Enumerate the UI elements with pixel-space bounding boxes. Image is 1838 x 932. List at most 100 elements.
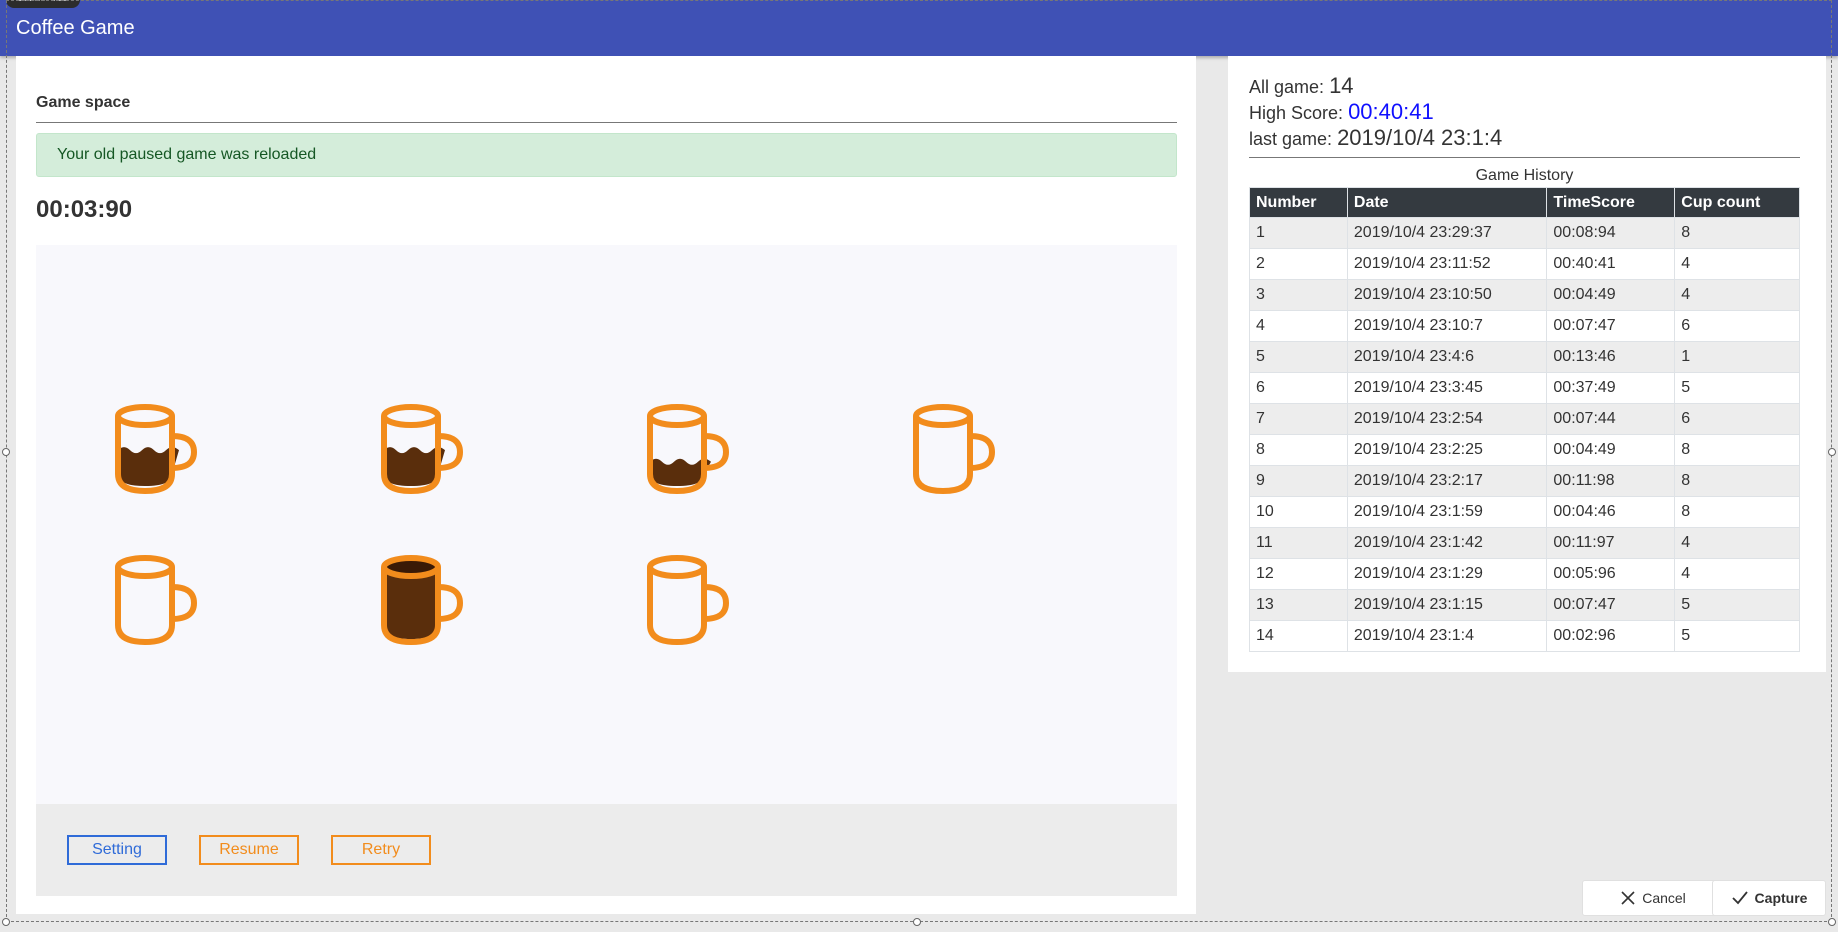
table-cell: 00:11:98 — [1546, 465, 1676, 497]
retry-button[interactable]: Retry — [331, 835, 431, 865]
all-game-stat: All game: 14 — [1249, 73, 1354, 99]
table-cell: 9 — [1249, 465, 1348, 497]
coffee-cup[interactable] — [908, 402, 998, 498]
table-cell: 2019/10/4 23:2:54 — [1346, 403, 1548, 435]
setting-button[interactable]: Setting — [67, 835, 167, 865]
table-cell: 2019/10/4 23:1:4 — [1346, 620, 1548, 652]
table-body: 1 2019/10/4 23:29:37 00:08:94 8 2 2019/10/4 2… — [1249, 217, 1800, 652]
table-cell: 2019/10/4 23:4:6 — [1346, 341, 1548, 373]
resize-handle[interactable] — [2, 918, 10, 926]
table-cell: 00:02:96 — [1546, 620, 1676, 652]
table-row: 4 2019/10/4 23:10:7 00:07:47 6 — [1249, 310, 1800, 342]
divider — [1249, 157, 1800, 158]
resize-handle[interactable] — [913, 918, 921, 926]
table-cell: 5 — [1249, 341, 1348, 373]
table-row: 9 2019/10/4 23:2:17 00:11:98 8 — [1249, 465, 1800, 497]
table-cell: 10 — [1249, 496, 1348, 528]
table-cell: 6 — [1674, 403, 1800, 435]
all-game-value: 14 — [1329, 73, 1354, 98]
table-cell: 00:07:44 — [1546, 403, 1676, 435]
table-cell: 2 — [1249, 248, 1348, 280]
table-cell: 2019/10/4 23:2:25 — [1346, 434, 1548, 466]
table-row: 10 2019/10/4 23:1:59 00:04:46 8 — [1249, 496, 1800, 528]
table-cell: 6 — [1249, 372, 1348, 404]
last-game-label: last game: — [1249, 129, 1333, 149]
mug-graphic — [647, 555, 730, 646]
table-cell: 8 — [1674, 465, 1800, 497]
coffee-cup[interactable] — [376, 402, 466, 498]
coffee-cup[interactable] — [110, 402, 200, 498]
app-title: Coffee Game — [16, 17, 135, 39]
table-cell: 8 — [1674, 217, 1800, 249]
table-cell: 4 — [1674, 279, 1800, 311]
table-cell: 2019/10/4 23:29:37 — [1346, 217, 1548, 249]
close-icon — [1621, 891, 1635, 905]
table-cell: 00:11:97 — [1546, 527, 1676, 559]
mug-graphic — [115, 555, 198, 646]
table-cell: 2019/10/4 23:2:17 — [1346, 465, 1548, 497]
coffee-cup[interactable] — [642, 553, 732, 649]
table-row: 1 2019/10/4 23:29:37 00:08:94 8 — [1249, 217, 1800, 249]
table-cell: 00:07:47 — [1546, 589, 1676, 621]
table-cell: 00:13:46 — [1546, 341, 1676, 373]
column-header: TimeScore — [1546, 187, 1676, 218]
table-cell: 7 — [1249, 403, 1348, 435]
table-cell: 00:04:49 — [1546, 434, 1676, 466]
table-cell: 1 — [1249, 217, 1348, 249]
game-area — [36, 245, 1177, 804]
table-row: 3 2019/10/4 23:10:50 00:04:49 4 — [1249, 279, 1800, 311]
table-cell: 2019/10/4 23:11:52 — [1346, 248, 1548, 280]
table-row: 7 2019/10/4 23:2:54 00:07:44 6 — [1249, 403, 1800, 435]
table-cell: 2019/10/4 23:1:59 — [1346, 496, 1548, 528]
game-history-caption: Game History — [1475, 167, 1574, 184]
table-row: 12 2019/10/4 23:1:29 00:05:96 4 — [1249, 558, 1800, 590]
game-history-table: Number Date TimeScore Cup count 1 2019/10… — [1249, 187, 1800, 652]
mug-graphic — [381, 555, 464, 646]
table-cell: 8 — [1674, 496, 1800, 528]
resize-handle[interactable] — [2, 448, 10, 456]
table-cell: 8 — [1249, 434, 1348, 466]
resize-handle[interactable] — [1828, 918, 1836, 926]
column-header: Date — [1346, 187, 1548, 218]
capture-button[interactable]: Capture — [1712, 880, 1826, 916]
column-header: Number — [1249, 187, 1348, 218]
high-score-stat: High Score: 00:40:41 — [1249, 99, 1434, 125]
table-cell: 2019/10/4 23:1:42 — [1346, 527, 1548, 559]
table-cell: 5 — [1674, 372, 1800, 404]
table-cell: 00:05:96 — [1546, 558, 1676, 590]
coffee-cup[interactable] — [642, 402, 732, 498]
table-cell: 2019/10/4 23:1:15 — [1346, 589, 1548, 621]
divider — [36, 122, 1177, 123]
table-cell: 2019/10/4 23:10:7 — [1346, 310, 1548, 342]
high-score-label: High Score: — [1249, 103, 1344, 123]
mug-graphic — [913, 404, 996, 495]
table-cell: 3 — [1249, 279, 1348, 311]
table-cell: 13 — [1249, 589, 1348, 621]
game-space-title: Game space — [36, 94, 131, 111]
table-row: 6 2019/10/4 23:3:45 00:37:49 5 — [1249, 372, 1800, 404]
cancel-button[interactable]: Cancel — [1582, 880, 1724, 916]
game-button-bar: Setting Resume Retry — [36, 804, 1177, 896]
table-cell: 2019/10/4 23:3:45 — [1346, 372, 1548, 404]
table-cell: 2019/10/4 23:1:29 — [1346, 558, 1548, 590]
resume-button[interactable]: Resume — [199, 835, 299, 865]
table-row: 2 2019/10/4 23:11:52 00:40:41 4 — [1249, 248, 1800, 280]
mug-graphic — [647, 404, 730, 495]
mug-graphic — [115, 404, 198, 495]
high-score-value: 00:40:41 — [1348, 99, 1434, 124]
app-header: Coffee Game — [0, 0, 1838, 56]
coffee-cup[interactable] — [376, 553, 466, 649]
mug-graphic — [381, 404, 464, 495]
table-cell: 00:37:49 — [1546, 372, 1676, 404]
table-row: 14 2019/10/4 23:1:4 00:02:96 5 — [1249, 620, 1800, 652]
table-cell: 00:04:49 — [1546, 279, 1676, 311]
cancel-label: Cancel — [1642, 890, 1686, 906]
resize-handle[interactable] — [1828, 448, 1836, 456]
coffee-cup[interactable] — [110, 553, 200, 649]
table-cell: 1 — [1674, 341, 1800, 373]
table-cell: 6 — [1674, 310, 1800, 342]
table-cell: 4 — [1674, 248, 1800, 280]
size-badge: 1821 x 930 — [6, 0, 80, 8]
capture-label: Capture — [1754, 890, 1808, 906]
table-cell: 5 — [1674, 620, 1800, 652]
